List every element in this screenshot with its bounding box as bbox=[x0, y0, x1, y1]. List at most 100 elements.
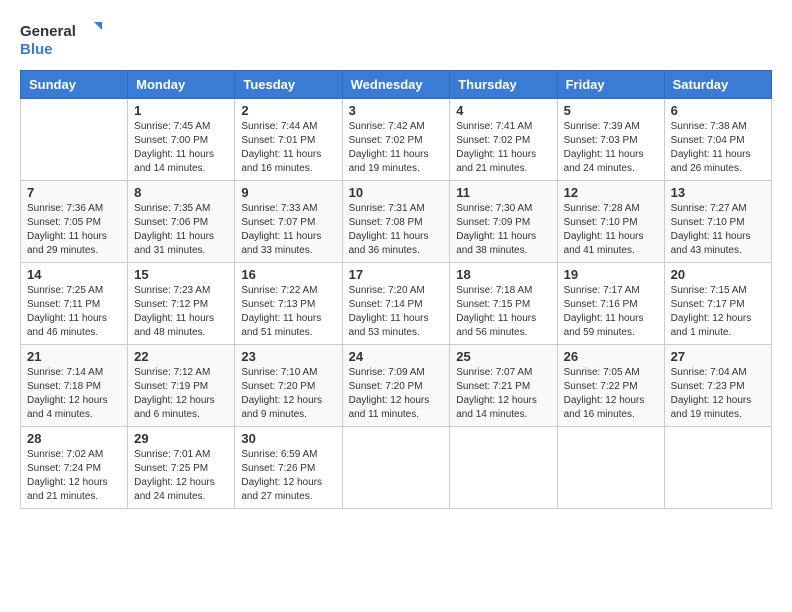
day-info: Sunrise: 7:23 AM Sunset: 7:12 PM Dayligh… bbox=[134, 284, 228, 340]
day-info: Sunrise: 7:14 AM Sunset: 7:18 PM Dayligh… bbox=[27, 366, 121, 422]
day-info: Sunrise: 7:36 AM Sunset: 7:05 PM Dayligh… bbox=[27, 202, 121, 258]
calendar-week-5: 28 Sunrise: 7:02 AM Sunset: 7:24 PM Dayli… bbox=[21, 427, 772, 509]
day-number: 27 bbox=[671, 349, 765, 364]
calendar-cell: 20Sunrise: 7:15 AM Sunset: 7:17 PM Dayli… bbox=[664, 263, 771, 345]
day-info: Sunrise: 7:44 AM Sunset: 7:01 PM Dayligh… bbox=[241, 120, 335, 176]
day-number: 15 bbox=[134, 267, 228, 282]
calendar-cell: 26 Sunrise: 7:05 AM Sunset: 7:22 PM Dayli… bbox=[557, 345, 664, 427]
day-info: Sunrise: 7:17 AM Sunset: 7:16 PM Dayligh… bbox=[564, 284, 658, 340]
day-info: Sunrise: 7:30 AM Sunset: 7:09 PM Dayligh… bbox=[456, 202, 550, 258]
calendar-cell: 8 Sunrise: 7:35 AM Sunset: 7:06 PM Daylig… bbox=[128, 181, 235, 263]
calendar-cell: 11 Sunrise: 7:30 AM Sunset: 7:09 PM Dayli… bbox=[450, 181, 557, 263]
logo-svg: GeneralBlue bbox=[20, 20, 110, 60]
calendar-cell bbox=[342, 427, 450, 509]
day-info: Sunrise: 7:38 AM Sunset: 7:04 PM Dayligh… bbox=[671, 120, 765, 176]
day-number: 26 bbox=[564, 349, 658, 364]
calendar-cell: 24 Sunrise: 7:09 AM Sunset: 7:20 PM Dayli… bbox=[342, 345, 450, 427]
weekday-header-thursday: Thursday bbox=[450, 71, 557, 99]
weekday-header-row: SundayMondayTuesdayWednesdayThursdayFrid… bbox=[21, 71, 772, 99]
day-number: 25 bbox=[456, 349, 550, 364]
day-number: 4 bbox=[456, 103, 550, 118]
calendar-week-3: 14 Sunrise: 7:25 AM Sunset: 7:11 PM Dayli… bbox=[21, 263, 772, 345]
calendar-cell: 22 Sunrise: 7:12 AM Sunset: 7:19 PM Dayli… bbox=[128, 345, 235, 427]
calendar-week-4: 21 Sunrise: 7:14 AM Sunset: 7:18 PM Dayli… bbox=[21, 345, 772, 427]
day-info: Sunrise: 7:45 AM Sunset: 7:00 PM Dayligh… bbox=[134, 120, 228, 176]
day-number: 12 bbox=[564, 185, 658, 200]
calendar-cell: 18 Sunrise: 7:18 AM Sunset: 7:15 PM Dayli… bbox=[450, 263, 557, 345]
day-number: 3 bbox=[349, 103, 444, 118]
calendar-cell: 6 Sunrise: 7:38 AM Sunset: 7:04 PM Daylig… bbox=[664, 99, 771, 181]
calendar-cell: 12Sunrise: 7:28 AM Sunset: 7:10 PM Dayli… bbox=[557, 181, 664, 263]
day-info: Sunrise: 7:12 AM Sunset: 7:19 PM Dayligh… bbox=[134, 366, 228, 422]
day-info: Sunrise: 7:42 AM Sunset: 7:02 PM Dayligh… bbox=[349, 120, 444, 176]
day-number: 13 bbox=[671, 185, 765, 200]
calendar-cell: 1Sunrise: 7:45 AM Sunset: 7:00 PM Daylig… bbox=[128, 99, 235, 181]
day-info: Sunrise: 7:10 AM Sunset: 7:20 PM Dayligh… bbox=[241, 366, 335, 422]
calendar-table: SundayMondayTuesdayWednesdayThursdayFrid… bbox=[20, 70, 772, 509]
calendar-cell bbox=[21, 99, 128, 181]
day-number: 14 bbox=[27, 267, 121, 282]
calendar-cell bbox=[450, 427, 557, 509]
day-number: 5 bbox=[564, 103, 658, 118]
calendar-cell: 10 Sunrise: 7:31 AM Sunset: 7:08 PM Dayli… bbox=[342, 181, 450, 263]
day-number: 7 bbox=[27, 185, 121, 200]
day-info: Sunrise: 7:07 AM Sunset: 7:21 PM Dayligh… bbox=[456, 366, 550, 422]
weekday-header-saturday: Saturday bbox=[664, 71, 771, 99]
day-info: Sunrise: 7:25 AM Sunset: 7:11 PM Dayligh… bbox=[27, 284, 121, 340]
day-number: 11 bbox=[456, 185, 550, 200]
calendar-week-2: 7 Sunrise: 7:36 AM Sunset: 7:05 PM Daylig… bbox=[21, 181, 772, 263]
day-info: Sunrise: 7:09 AM Sunset: 7:20 PM Dayligh… bbox=[349, 366, 444, 422]
day-info: Sunrise: 7:02 AM Sunset: 7:24 PM Dayligh… bbox=[27, 448, 121, 504]
day-number: 24 bbox=[349, 349, 444, 364]
day-info: Sunrise: 7:15 AM Sunset: 7:17 PM Dayligh… bbox=[671, 284, 765, 340]
calendar-cell: 27Sunrise: 7:04 AM Sunset: 7:23 PM Dayli… bbox=[664, 345, 771, 427]
day-number: 17 bbox=[349, 267, 444, 282]
day-info: Sunrise: 7:05 AM Sunset: 7:22 PM Dayligh… bbox=[564, 366, 658, 422]
weekday-header-friday: Friday bbox=[557, 71, 664, 99]
weekday-header-wednesday: Wednesday bbox=[342, 71, 450, 99]
header: GeneralBlue bbox=[20, 20, 772, 60]
day-info: Sunrise: 6:59 AM Sunset: 7:26 PM Dayligh… bbox=[241, 448, 335, 504]
day-info: Sunrise: 7:41 AM Sunset: 7:02 PM Dayligh… bbox=[456, 120, 550, 176]
day-info: Sunrise: 7:35 AM Sunset: 7:06 PM Dayligh… bbox=[134, 202, 228, 258]
calendar-cell: 4 Sunrise: 7:41 AM Sunset: 7:02 PM Daylig… bbox=[450, 99, 557, 181]
calendar-cell: 17Sunrise: 7:20 AM Sunset: 7:14 PM Dayli… bbox=[342, 263, 450, 345]
calendar-cell: 14 Sunrise: 7:25 AM Sunset: 7:11 PM Dayli… bbox=[21, 263, 128, 345]
calendar-cell: 16 Sunrise: 7:22 AM Sunset: 7:13 PM Dayli… bbox=[235, 263, 342, 345]
calendar-cell: 21 Sunrise: 7:14 AM Sunset: 7:18 PM Dayli… bbox=[21, 345, 128, 427]
day-info: Sunrise: 7:33 AM Sunset: 7:07 PM Dayligh… bbox=[241, 202, 335, 258]
calendar-cell: 9 Sunrise: 7:33 AM Sunset: 7:07 PM Daylig… bbox=[235, 181, 342, 263]
calendar-cell: 28 Sunrise: 7:02 AM Sunset: 7:24 PM Dayli… bbox=[21, 427, 128, 509]
day-number: 10 bbox=[349, 185, 444, 200]
day-number: 22 bbox=[134, 349, 228, 364]
day-info: Sunrise: 7:31 AM Sunset: 7:08 PM Dayligh… bbox=[349, 202, 444, 258]
day-number: 6 bbox=[671, 103, 765, 118]
calendar-cell: 2 Sunrise: 7:44 AM Sunset: 7:01 PM Daylig… bbox=[235, 99, 342, 181]
day-number: 2 bbox=[241, 103, 335, 118]
svg-text:General: General bbox=[20, 23, 76, 40]
calendar-cell: 19 Sunrise: 7:17 AM Sunset: 7:16 PM Dayli… bbox=[557, 263, 664, 345]
calendar-cell: 15 Sunrise: 7:23 AM Sunset: 7:12 PM Dayli… bbox=[128, 263, 235, 345]
logo: GeneralBlue bbox=[20, 20, 110, 60]
calendar-cell: 5 Sunrise: 7:39 AM Sunset: 7:03 PM Daylig… bbox=[557, 99, 664, 181]
weekday-header-tuesday: Tuesday bbox=[235, 71, 342, 99]
calendar-cell: 29Sunrise: 7:01 AM Sunset: 7:25 PM Dayli… bbox=[128, 427, 235, 509]
calendar-cell: 23Sunrise: 7:10 AM Sunset: 7:20 PM Dayli… bbox=[235, 345, 342, 427]
calendar-cell: 30Sunrise: 6:59 AM Sunset: 7:26 PM Dayli… bbox=[235, 427, 342, 509]
day-number: 16 bbox=[241, 267, 335, 282]
day-info: Sunrise: 7:39 AM Sunset: 7:03 PM Dayligh… bbox=[564, 120, 658, 176]
calendar-cell bbox=[557, 427, 664, 509]
day-info: Sunrise: 7:01 AM Sunset: 7:25 PM Dayligh… bbox=[134, 448, 228, 504]
day-number: 19 bbox=[564, 267, 658, 282]
day-number: 28 bbox=[27, 431, 121, 446]
day-number: 21 bbox=[27, 349, 121, 364]
day-number: 8 bbox=[134, 185, 228, 200]
calendar-cell: 25 Sunrise: 7:07 AM Sunset: 7:21 PM Dayli… bbox=[450, 345, 557, 427]
day-number: 18 bbox=[456, 267, 550, 282]
weekday-header-sunday: Sunday bbox=[21, 71, 128, 99]
day-info: Sunrise: 7:18 AM Sunset: 7:15 PM Dayligh… bbox=[456, 284, 550, 340]
weekday-header-monday: Monday bbox=[128, 71, 235, 99]
calendar-cell bbox=[664, 427, 771, 509]
day-number: 9 bbox=[241, 185, 335, 200]
day-info: Sunrise: 7:22 AM Sunset: 7:13 PM Dayligh… bbox=[241, 284, 335, 340]
